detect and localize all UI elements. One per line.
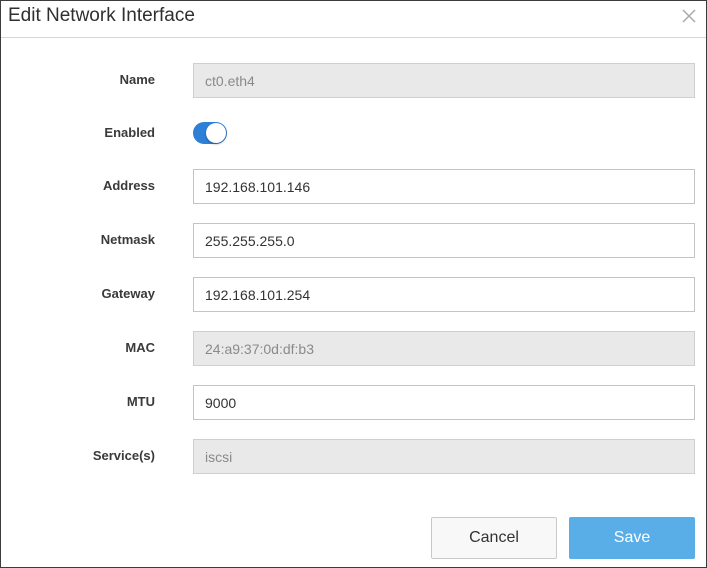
enabled-toggle[interactable] <box>193 122 227 144</box>
services-row: Service(s) <box>1 439 706 474</box>
name-row: Name <box>1 63 706 98</box>
address-row: Address <box>1 169 706 204</box>
address-field[interactable] <box>193 169 695 204</box>
mtu-row: MTU <box>1 385 706 420</box>
save-button[interactable]: Save <box>569 517 695 559</box>
edit-network-interface-dialog: Edit Network Interface Name Enabled Addr… <box>0 0 707 568</box>
mtu-label: MTU <box>126 394 155 409</box>
services-field <box>193 439 695 474</box>
gateway-field[interactable] <box>193 277 695 312</box>
address-label: Address <box>102 178 155 193</box>
dialog-title: Edit Network Interface <box>8 5 195 26</box>
close-icon[interactable] <box>678 5 700 27</box>
name-label: Name <box>119 72 155 87</box>
toggle-knob <box>206 123 226 143</box>
dialog-header: Edit Network Interface <box>1 1 706 38</box>
netmask-field[interactable] <box>193 223 695 258</box>
mac-label: MAC <box>125 340 155 355</box>
gateway-label: Gateway <box>101 286 155 301</box>
name-field <box>193 63 695 98</box>
enabled-label: Enabled <box>104 125 155 140</box>
mac-row: MAC <box>1 331 706 366</box>
enabled-row: Enabled <box>1 116 706 151</box>
services-label: Service(s) <box>92 448 155 463</box>
mtu-field[interactable] <box>193 385 695 420</box>
gateway-row: Gateway <box>1 277 706 312</box>
netmask-row: Netmask <box>1 223 706 258</box>
netmask-label: Netmask <box>100 232 155 247</box>
cancel-button[interactable]: Cancel <box>431 517 557 559</box>
mac-field <box>193 331 695 366</box>
